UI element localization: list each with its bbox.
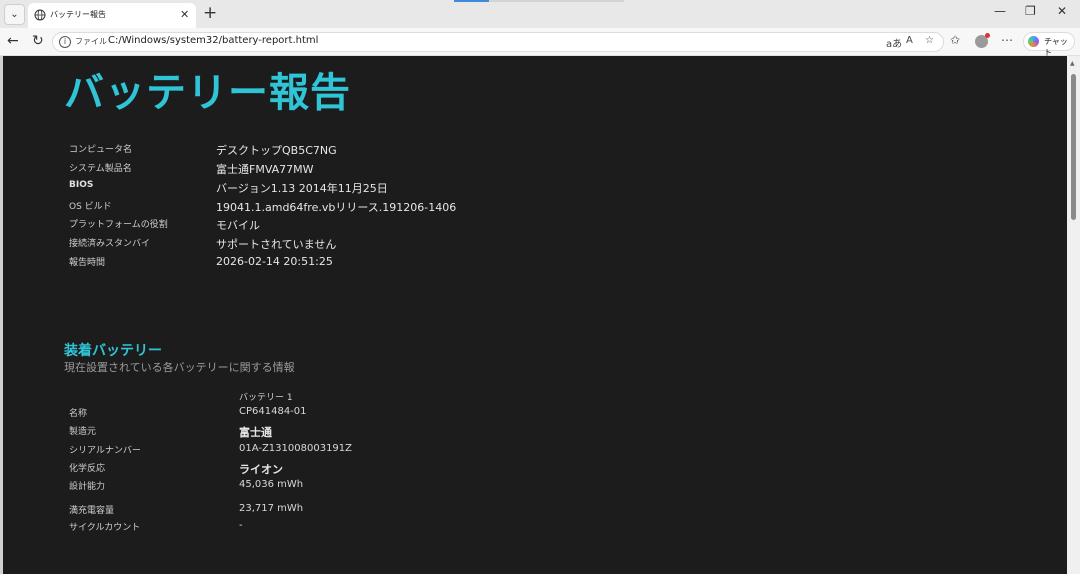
info-value: モバイル [216,219,260,232]
info-label: 接続済みスタンバイ [69,239,151,249]
site-info-icon[interactable]: i [59,36,71,48]
battery-row-serial: シリアルナンバー 01A-Z131008003191Z [0,443,600,461]
info-row-os-build: OS ビルド 19041.1.amd64fre.vbリリース.191206-14… [0,199,600,217]
read-aloud-icon[interactable]: A [906,35,913,46]
window-drag-indicator [454,0,489,2]
info-value: 19041.1.amd64fre.vbリリース.191206-1406 [216,201,457,214]
battery-label: 製造元 [69,427,97,437]
scroll-up-icon[interactable]: ▲ [1070,60,1075,67]
profile-avatar[interactable] [975,33,990,48]
tab-title: バッテリー報告 [50,10,106,19]
battery-column-header: バッテリー 1 [239,393,293,403]
info-value: デスクトップQB5C7NG [216,144,337,157]
scrollbar-thumb[interactable] [1071,74,1076,220]
window-drag-indicator-track [489,0,624,2]
battery-row-full-charge-capacity: 満充電容量 23,717 mWh [0,503,600,521]
vertical-scrollbar[interactable]: ▲ [1067,56,1080,574]
info-label: コンピュータ名 [69,145,133,155]
close-tab-icon[interactable]: ✕ [180,8,189,21]
address-url[interactable]: C:/Windows/system32/battery-report.html [108,35,318,46]
globe-icon [34,9,46,21]
battery-label: 設計能力 [69,482,106,492]
battery-label: シリアルナンバー [69,446,141,456]
battery-label: 満充電容量 [69,506,115,516]
copilot-label: チャット [1044,37,1068,57]
notification-dot [985,33,990,38]
new-tab-button[interactable]: + [203,3,217,23]
battery-value: 23,717 mWh [239,503,304,514]
browser-tab[interactable]: バッテリー報告 ✕ [28,3,196,28]
battery-row-cycle-count: サイクルカウント - [0,520,600,538]
info-label: 報告時間 [69,258,106,268]
favorites-icon[interactable]: ✩ [950,33,960,47]
minimize-button[interactable]: — [994,4,1006,18]
battery-value: 01A-Z131008003191Z [239,443,353,454]
battery-label: 名称 [69,409,88,419]
copilot-button[interactable]: チャット [1023,32,1075,57]
battery-value: CP641484-01 [239,406,307,417]
info-value: バージョン1.13 2014年11月25日 [216,182,388,195]
copilot-icon [1028,36,1039,47]
info-row-bios: BIOS バージョン1.13 2014年11月25日 [0,180,600,198]
address-toolbar: ← ↻ i ファイル C:/Windows/system32/battery-r… [0,28,1080,57]
battery-value: ライオン [239,463,283,476]
close-window-button[interactable]: ✕ [1057,4,1067,18]
info-row-report-time: 報告時間 2026-02-14 20:51:25 [0,255,600,273]
back-button[interactable]: ← [7,33,19,49]
info-value: 富士通FMVA77MW [216,163,314,176]
translate-icon[interactable]: aあ [886,35,902,50]
info-row-system-product: システム製品名 富士通FMVA77MW [0,161,600,179]
battery-value: 45,036 mWh [239,479,304,490]
info-row-computer-name: コンピュータ名 デスクトップQB5C7NG [0,142,600,160]
battery-row-manufacturer: 製造元 富士通 [0,424,600,442]
tab-actions-menu-button[interactable]: ⌄ [4,4,25,25]
section-subtitle: 現在設置されている各バッテリーに関する情報 [64,361,295,374]
page-title: バッテリー報告 [64,70,351,116]
battery-label: 化学反応 [69,464,106,474]
more-options-icon[interactable]: ⋯ [1001,33,1013,47]
address-bar[interactable]: i ファイル C:/Windows/system32/battery-repor… [52,32,944,52]
address-scheme: ファイル [75,37,107,46]
battery-label: サイクルカウント [69,523,141,533]
info-label: プラットフォームの役割 [69,220,168,230]
battery-row-name: 名称 CP641484-01 [0,406,600,424]
info-value: 2026-02-14 20:51:25 [216,255,333,268]
info-label: システム製品名 [69,164,132,174]
battery-row-design-capacity: 設計能力 45,036 mWh [0,479,600,497]
battery-row-chemistry: 化学反応 ライオン [0,461,600,479]
favorite-star-icon[interactable]: ☆ [925,35,934,46]
report-page: バッテリー報告 コンピュータ名 デスクトップQB5C7NG システム製品名 富士… [0,56,1080,574]
refresh-button[interactable]: ↻ [32,33,44,49]
battery-value: 富士通 [239,426,272,439]
info-label: BIOS [69,180,94,190]
section-title: 装着バッテリー [64,343,162,359]
info-label: OS ビルド [69,202,112,212]
info-row-platform-role: プラットフォームの役割 モバイル [0,217,600,235]
info-value: サポートされていません [216,238,337,251]
maximize-button[interactable]: ❐ [1025,4,1036,18]
info-row-connected-standby: 接続済みスタンバイ サポートされていません [0,236,600,254]
tab-strip: ⌄ バッテリー報告 ✕ + — ❐ ✕ [0,0,1080,28]
battery-value: - [239,520,243,531]
